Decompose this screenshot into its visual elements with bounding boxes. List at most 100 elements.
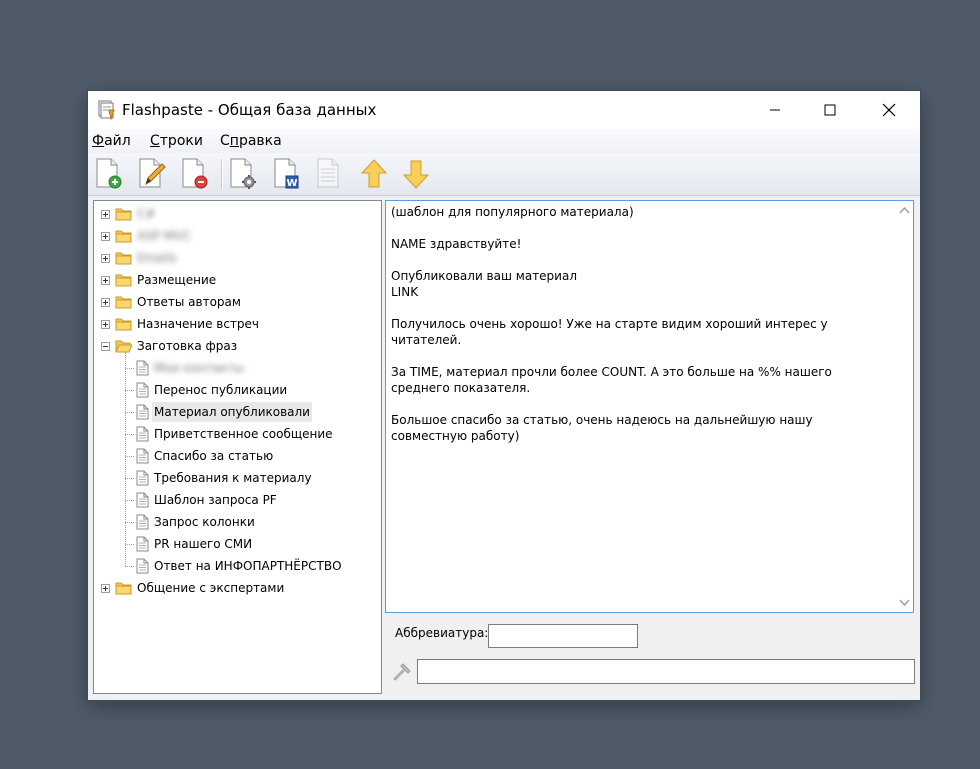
move-up-button[interactable] [357, 157, 391, 191]
tree-item-label: Запрос колонки [154, 515, 255, 529]
expand-icon[interactable] [101, 232, 110, 241]
tree-folder[interactable]: Ответы авторам [94, 292, 374, 312]
document-icon [136, 558, 149, 574]
tree-folder[interactable]: Общение с экспертами [94, 578, 374, 598]
tree-folder[interactable]: Назначение встреч [94, 314, 374, 334]
expand-icon[interactable] [101, 584, 110, 593]
tree-connector [125, 368, 134, 369]
tree-folder[interactable]: Emails [94, 248, 374, 268]
tree-guide-line [125, 352, 126, 566]
doc-delete-icon [182, 158, 208, 189]
minimize-icon [770, 109, 780, 111]
tree-item[interactable]: Мои контакты [94, 358, 374, 378]
document-icon [136, 536, 149, 552]
minimize-button[interactable] [752, 91, 798, 129]
tree-connector [125, 390, 134, 391]
expand-icon[interactable] [101, 298, 110, 307]
folder-icon [115, 251, 132, 265]
paste-input[interactable] [417, 659, 915, 684]
collapse-icon[interactable] [101, 342, 110, 351]
tree-folder-label: Ответы авторам [137, 295, 241, 309]
app-window: Flashpaste - Общая база данных Файл Стро… [88, 91, 920, 700]
tree-item-label: PR нашего СМИ [154, 537, 253, 551]
window-title: Flashpaste - Общая база данных [122, 101, 377, 119]
flashpaste-app-icon [98, 100, 116, 121]
tree-item[interactable]: Шаблон запроса PF [94, 490, 374, 510]
tree-connector [125, 544, 134, 545]
doc-lines-icon [317, 158, 339, 188]
folder-icon [115, 229, 132, 243]
expand-icon[interactable] [101, 320, 110, 329]
expand-icon[interactable] [101, 276, 110, 285]
editor-scrollbar[interactable] [896, 201, 913, 612]
tree-connector [125, 500, 134, 501]
arrow-down-icon [402, 160, 430, 189]
tree-item[interactable]: PR нашего СМИ [94, 534, 374, 554]
document-icon [136, 382, 149, 398]
close-button[interactable] [866, 91, 912, 129]
tree-connector [125, 456, 134, 457]
move-down-button[interactable] [399, 157, 433, 191]
expand-icon[interactable] [101, 254, 110, 263]
editor-text[interactable]: (шаблон для популярного материала) NAME … [391, 204, 886, 444]
tree-folder-label: Размещение [137, 273, 217, 287]
document-icon [136, 404, 149, 420]
menu-help[interactable]: Справка [220, 133, 282, 149]
word-export-button[interactable]: W [271, 157, 305, 191]
tree-folder-label: ASP MVC [137, 229, 191, 243]
menu-bar: Файл Строки Справка [88, 129, 920, 153]
tree-item[interactable]: Спасибо за статью [94, 446, 374, 466]
tree-item[interactable]: Материал опубликовали [94, 402, 374, 422]
doc-gear-icon [230, 158, 256, 189]
hammer-icon[interactable] [391, 661, 413, 683]
tree-item[interactable]: Перенос публикации [94, 380, 374, 400]
tree-item[interactable]: Требования к материалу [94, 468, 374, 488]
maximize-button[interactable] [807, 91, 853, 129]
tree-item[interactable]: Ответ на ИНФОПАРТНЁРСТВО [94, 556, 374, 576]
tree-item-label: Приветственное сообщение [154, 427, 333, 441]
tree-item[interactable]: Приветственное сообщение [94, 424, 374, 444]
tree-connector [125, 522, 134, 523]
expand-icon[interactable] [101, 210, 110, 219]
abbreviation-label: Аббревиатура: [395, 626, 489, 640]
arrow-up-icon [360, 159, 388, 188]
folder-icon [115, 273, 132, 287]
tree-folder[interactable]: C# [94, 204, 374, 224]
tree-item-label: Перенос публикации [154, 383, 288, 397]
menu-lines[interactable]: Строки [150, 133, 203, 149]
template-editor[interactable]: (шаблон для популярного материала) NAME … [385, 200, 914, 613]
folder-icon [115, 295, 132, 309]
document-icon [136, 514, 149, 530]
settings-button[interactable] [227, 157, 261, 191]
close-icon [882, 103, 896, 117]
document-icon [136, 448, 149, 464]
text-view-button[interactable] [314, 157, 348, 191]
tree-folder[interactable]: Размещение [94, 270, 374, 290]
toolbar: W [88, 153, 920, 196]
folder-icon [115, 339, 133, 353]
tree-item-label: Требования к материалу [154, 471, 312, 485]
edit-item-button[interactable] [136, 157, 170, 191]
tree-connector [125, 434, 134, 435]
new-item-button[interactable] [93, 157, 127, 191]
category-tree[interactable]: C# ASP MVC Emails Размещение Ответы авторам Н… [93, 200, 382, 694]
tree-folder-label: Общение с экспертами [137, 581, 285, 595]
delete-item-button[interactable] [179, 157, 213, 191]
abbreviation-input[interactable] [488, 624, 638, 648]
document-icon [136, 360, 149, 376]
tree-item-label: Шаблон запроса PF [154, 493, 277, 507]
tree-folder[interactable]: ASP MVC [94, 226, 374, 246]
tree-item-label: Мои контакты [154, 361, 244, 375]
chevron-down-icon[interactable] [899, 599, 910, 607]
tree-item[interactable]: Запрос колонки [94, 512, 374, 532]
tree-folder-label: Назначение встреч [137, 317, 260, 331]
menu-file[interactable]: Файл [92, 133, 131, 149]
maximize-icon [824, 104, 836, 116]
tree-item-label: Материал опубликовали [152, 402, 312, 422]
chevron-up-icon[interactable] [899, 206, 910, 214]
tree-folder[interactable]: Заготовка фраз [94, 336, 374, 356]
tree-item-label: Спасибо за статью [154, 449, 274, 463]
doc-word-icon: W [274, 158, 299, 189]
folder-icon [115, 581, 132, 595]
tree-item-label: Ответ на ИНФОПАРТНЁРСТВО [154, 559, 342, 573]
